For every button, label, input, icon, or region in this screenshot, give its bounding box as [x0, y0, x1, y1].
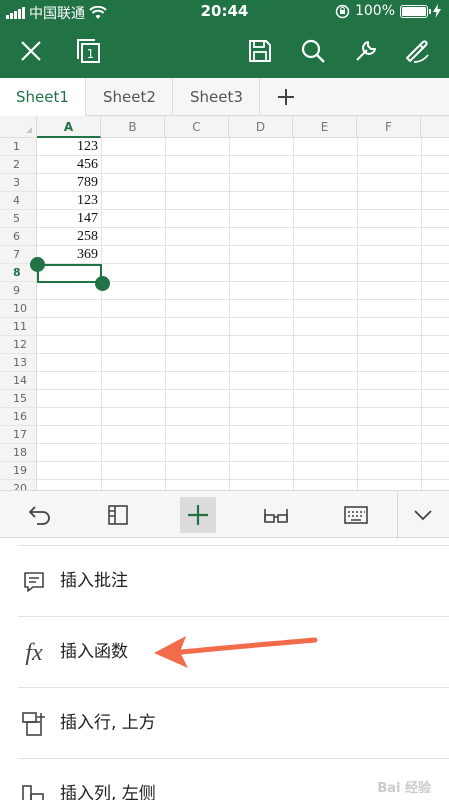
row-header-4[interactable]: 4: [0, 192, 37, 210]
undo-button[interactable]: [22, 497, 58, 533]
row-header-10[interactable]: 10: [0, 300, 37, 318]
selection-handle-top-left[interactable]: [30, 257, 45, 272]
column-header-d[interactable]: D: [229, 116, 293, 138]
select-all-corner[interactable]: [0, 116, 37, 138]
keyboard-button[interactable]: [338, 497, 374, 533]
cell-a2[interactable]: 456: [37, 156, 101, 174]
window-count: 1: [87, 47, 95, 61]
status-bar: 中国联通 20:44 100%: [0, 0, 449, 24]
function-icon: fx: [25, 639, 43, 666]
window-switch-button[interactable]: 1: [72, 34, 106, 68]
chevron-down-icon: [414, 510, 432, 521]
watermark-logo: Bai 经验: [377, 781, 431, 796]
add-sheet-button[interactable]: [262, 78, 310, 116]
view-glasses-icon: [264, 509, 288, 523]
row-header-11[interactable]: 11: [0, 318, 37, 336]
cell-a7[interactable]: 369: [37, 246, 101, 264]
row-header-3[interactable]: 3: [0, 174, 37, 192]
grid-line: [37, 443, 449, 444]
grid-line: [37, 371, 449, 372]
column-header-c[interactable]: C: [165, 116, 229, 138]
menu-item-label: 插入函数: [60, 642, 128, 662]
row-header-2[interactable]: 2: [0, 156, 37, 174]
undo-icon: [28, 506, 50, 525]
bottom-action-bar: [0, 490, 449, 539]
row-header-13[interactable]: 13: [0, 354, 37, 372]
insert-plus-icon: [188, 505, 208, 525]
grid-line: [37, 317, 449, 318]
grid-line: [37, 335, 449, 336]
search-button[interactable]: [296, 34, 330, 68]
row-header-6[interactable]: 6: [0, 228, 37, 246]
window-switch-icon: 1: [77, 39, 100, 63]
menu-item-label: 插入列, 左侧: [60, 784, 156, 800]
row-header-16[interactable]: 16: [0, 408, 37, 426]
close-icon: [21, 41, 41, 61]
column-header-b[interactable]: B: [101, 116, 165, 138]
menu-item-insert-comment[interactable]: 插入批注: [18, 545, 449, 616]
column-header-e[interactable]: E: [293, 116, 357, 138]
tab-sheet1[interactable]: Sheet1: [0, 78, 86, 116]
pen-icon: [406, 40, 429, 63]
row-header-5[interactable]: 5: [0, 210, 37, 228]
row-header-14[interactable]: 14: [0, 372, 37, 390]
grid-line: [37, 479, 449, 480]
row-header-15[interactable]: 15: [0, 390, 37, 408]
save-icon: [249, 40, 271, 62]
cell-a5[interactable]: 147: [37, 210, 101, 228]
battery-percent: 100%: [354, 3, 395, 19]
menu-item-label: 插入行, 上方: [60, 713, 156, 733]
battery-icon: [400, 4, 431, 18]
selected-cell-a8[interactable]: [37, 264, 102, 283]
view-button[interactable]: [258, 497, 294, 533]
grid-line: [37, 407, 449, 408]
grid-line: [37, 353, 449, 354]
save-button[interactable]: [243, 34, 277, 68]
charging-icon: [433, 4, 441, 18]
row-header-18[interactable]: 18: [0, 444, 37, 462]
collapse-panel-button[interactable]: [405, 497, 441, 533]
row-header-9[interactable]: 9: [0, 282, 37, 300]
grid-line: [37, 299, 449, 300]
orientation-lock-icon: [335, 4, 350, 18]
search-icon: [301, 39, 325, 63]
insert-button[interactable]: [180, 497, 216, 533]
plus-icon: [278, 89, 294, 105]
column-header-a[interactable]: A: [37, 116, 101, 138]
sheet-tab-bar: Sheet1 Sheet2 Sheet3: [0, 78, 449, 116]
menu-item-insert-row-above[interactable]: 插入行, 上方: [18, 687, 449, 758]
layout-button[interactable]: [100, 497, 136, 533]
column-header-g[interactable]: [421, 116, 449, 138]
keyboard-icon: [344, 506, 368, 524]
annotation-arrow: [154, 636, 318, 668]
cell-a1[interactable]: 123: [37, 138, 101, 156]
tools-button[interactable]: [349, 34, 383, 68]
tools-icon: [356, 41, 376, 61]
layout-icon: [108, 505, 128, 525]
insert-row-icon: [22, 712, 45, 736]
grid-line: [37, 389, 449, 390]
cell-a4[interactable]: 123: [37, 192, 101, 210]
comment-icon: [24, 572, 44, 592]
cell-a3[interactable]: 789: [37, 174, 101, 192]
grid-line: [37, 461, 449, 462]
grid-line: [37, 425, 449, 426]
tab-sheet2[interactable]: Sheet2: [87, 78, 173, 116]
selection-handle-bottom-right[interactable]: [95, 276, 110, 291]
pen-button[interactable]: [400, 34, 434, 68]
tab-sheet3[interactable]: Sheet3: [174, 78, 260, 116]
action-bar-divider: [397, 491, 398, 539]
row-header-19[interactable]: 19: [0, 462, 37, 480]
insert-column-icon: [22, 785, 44, 800]
menu-item-label: 插入批注: [60, 571, 128, 591]
spreadsheet-grid[interactable]: A B C D E F 1 2 3 4 5 6 7 8 9 10 11 12 13 14 15 16 17 18 1…: [0, 116, 449, 490]
row-header-20[interactable]: 20: [0, 480, 37, 490]
cell-a6[interactable]: 258: [37, 228, 101, 246]
row-header-12[interactable]: 12: [0, 336, 37, 354]
close-button[interactable]: [14, 34, 48, 68]
app-toolbar: 1: [0, 24, 449, 78]
row-header-1[interactable]: 1: [0, 138, 37, 156]
row-header-17[interactable]: 17: [0, 426, 37, 444]
column-header-f[interactable]: F: [357, 116, 421, 138]
